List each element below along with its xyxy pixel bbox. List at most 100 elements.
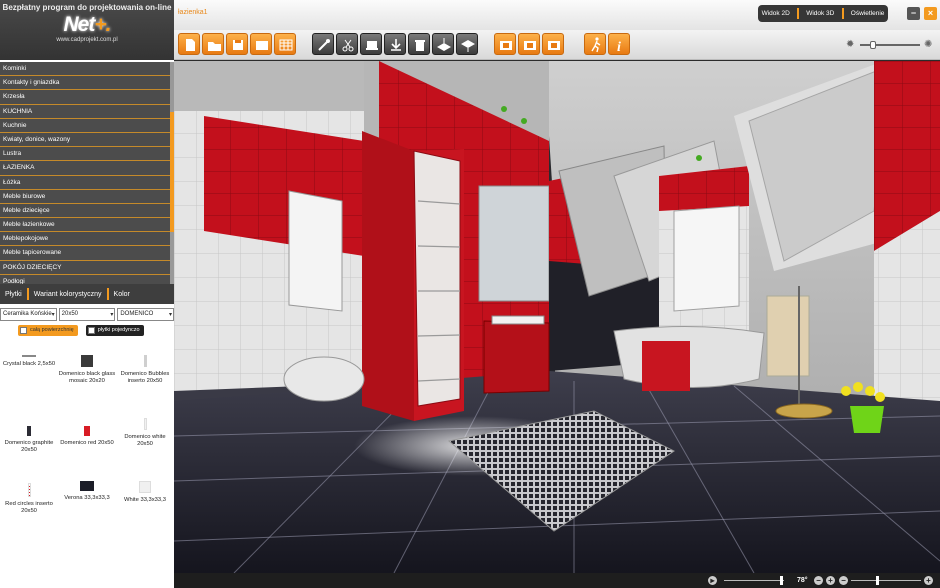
category-item[interactable]: Kontakty i gniazdka <box>0 76 170 91</box>
category-item[interactable]: Meble biurowe <box>0 190 170 204</box>
tile-item[interactable]: Verona 33,3x33,3 <box>58 471 116 531</box>
tile-item[interactable]: White 33,3x33,3 <box>116 471 174 531</box>
brand-name: Net <box>63 13 96 36</box>
scissors-button[interactable] <box>336 33 358 55</box>
measure-icon <box>318 39 330 51</box>
tile-item[interactable]: Domenico graphite 20x50 <box>0 408 58 468</box>
category-item[interactable]: KUCHNIA <box>0 105 170 119</box>
tile-swatch <box>27 483 31 497</box>
tile-swatch <box>84 426 90 436</box>
view-2d-button[interactable]: Widok 2D <box>762 10 790 17</box>
walk-icon <box>591 37 601 53</box>
layer-up-button[interactable] <box>432 33 454 55</box>
tile-label: Red circles inserto 20x50 <box>5 501 53 514</box>
new-file-button[interactable] <box>178 33 200 55</box>
checkbox-icon <box>20 327 27 334</box>
fov-track[interactable] <box>724 580 784 581</box>
category-item[interactable]: Kominki <box>0 62 170 77</box>
category-item[interactable]: Kuchnie <box>0 119 170 133</box>
camera-icon[interactable]: ▸ <box>708 576 717 585</box>
trash-icon <box>415 40 425 51</box>
series-value: DOMENICO <box>120 311 154 317</box>
tile-label: Verona 33,3x33,3 <box>64 495 110 501</box>
save-as-button[interactable] <box>250 33 272 55</box>
category-item[interactable]: Meblepokojowe <box>0 232 170 247</box>
zoom-out-button[interactable]: − <box>839 576 848 585</box>
export-icon <box>279 39 293 51</box>
svg-text:i: i <box>617 40 621 55</box>
window-controls: − × <box>907 7 937 20</box>
size-select[interactable]: 20x50 ▾ <box>58 308 116 321</box>
trash-button[interactable] <box>408 33 430 55</box>
walk-button[interactable] <box>584 33 606 55</box>
tile-item[interactable]: Red circles inserto 20x50 <box>0 471 58 531</box>
tile-item[interactable]: Domenico black glass mosaic 20x20 <box>58 345 116 405</box>
layer-up-icon <box>437 38 451 51</box>
brightness-track[interactable] <box>860 44 920 46</box>
zoom-in-button[interactable]: + <box>924 576 933 585</box>
tile-item[interactable]: Domenico red 20x50 <box>58 408 116 468</box>
film-button[interactable] <box>494 33 516 55</box>
fov-value: 78° <box>797 577 808 584</box>
info-button[interactable]: i <box>608 33 630 55</box>
chevron-down-icon: ▾ <box>110 312 114 318</box>
film-button[interactable] <box>518 33 540 55</box>
zoom-minus-button[interactable]: − <box>814 576 823 585</box>
manufacturer-select[interactable]: Ceramika Końskie ▾ <box>0 308 57 321</box>
save-icon <box>233 40 243 50</box>
layer-down-button[interactable] <box>456 33 478 55</box>
3d-viewport[interactable] <box>174 61 940 573</box>
tab-tiles[interactable]: Płytki <box>0 291 27 298</box>
zoom-plus-button[interactable]: + <box>826 576 835 585</box>
lighting-button[interactable]: Oświetlenie <box>851 10 885 17</box>
sidebar: Bezpłatny program do projektowania on-li… <box>0 0 174 588</box>
single-tiles-label: płytki pojedynczo <box>97 327 140 333</box>
measure-button[interactable] <box>312 33 334 55</box>
export-button[interactable] <box>274 33 296 55</box>
category-item[interactable]: Kwiaty, donice, wazony <box>0 133 170 148</box>
tab-color-variant[interactable]: Wariant kolorystyczny <box>29 291 107 298</box>
category-item[interactable]: Lustra <box>0 147 170 162</box>
tagline: Bezpłatny program do projektowania on-li… <box>2 3 172 12</box>
category-item[interactable]: Meble dziecięce <box>0 204 170 219</box>
whole-surface-toggle[interactable]: całą powierzchnię <box>18 325 78 336</box>
bathroom-scene <box>174 61 940 573</box>
tile-swatch <box>143 355 147 367</box>
brightness-knob[interactable] <box>870 41 876 49</box>
film-button[interactable] <box>542 33 564 55</box>
tile-item[interactable]: Domenico Bubbles inserto 20x50 <box>116 345 174 405</box>
single-tiles-toggle[interactable]: płytki pojedynczo <box>85 325 144 336</box>
tile-item[interactable]: Crystal black 2,5x50 <box>0 345 58 405</box>
save-button[interactable] <box>226 33 248 55</box>
category-item[interactable]: Krzesła <box>0 90 170 105</box>
minimize-button[interactable]: − <box>907 7 920 20</box>
tab-color[interactable]: Kolor <box>109 291 135 298</box>
logo: Bezpłatny program do projektowania on-li… <box>0 0 174 60</box>
tile-label: Domenico red 20x50 <box>60 440 114 446</box>
website-url: www.cadprojekt.com.pl <box>56 37 118 43</box>
scissors-icon <box>342 39 354 52</box>
category-item[interactable]: Meble łazienkowe <box>0 218 170 233</box>
zoom-track[interactable] <box>851 580 921 581</box>
brightness-slider[interactable]: ✹ ✺ <box>846 39 936 51</box>
tile-label: Crystal black 2,5x50 <box>2 361 56 367</box>
category-item[interactable]: Meble tapicerowane <box>0 246 170 261</box>
category-item[interactable]: ŁAZIENKA <box>0 161 170 176</box>
category-item[interactable]: Łóżka <box>0 176 170 190</box>
layer-down-icon <box>461 40 475 52</box>
tile-label: White 33,3x33,3 <box>124 497 166 503</box>
view-3d-button[interactable]: Widok 3D <box>806 10 834 17</box>
info-icon: i <box>617 40 621 55</box>
category-item[interactable]: POKÓJ DZIECIĘCY <box>0 261 170 275</box>
download-button[interactable] <box>384 33 406 55</box>
open-folder-icon <box>208 42 221 51</box>
print-button[interactable] <box>360 33 382 55</box>
series-select[interactable]: DOMENICO ▾ <box>117 308 174 321</box>
app-window: Bezpłatny program do projektowania on-li… <box>0 0 940 588</box>
tile-item[interactable]: Domenico white 20x50 <box>116 408 174 468</box>
open-folder-button[interactable] <box>202 33 224 55</box>
close-button[interactable]: × <box>924 7 937 20</box>
category-item[interactable]: Podłogi <box>0 275 170 284</box>
fov-knob[interactable] <box>780 576 783 585</box>
zoom-knob[interactable] <box>876 576 879 585</box>
